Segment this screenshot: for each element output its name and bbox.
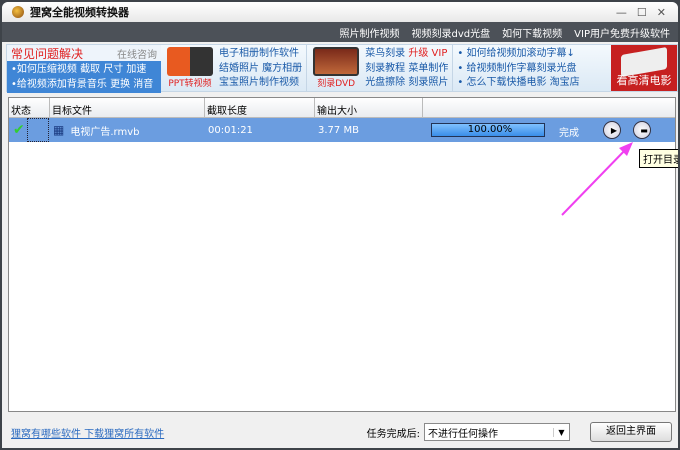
clip-length: 00:01:21 — [208, 124, 253, 136]
menu-dvd-burn[interactable]: 视频刻录dvd光盘 — [412, 25, 491, 40]
tip-link[interactable]: • 给视频制作字幕刻录光盘 — [457, 62, 579, 77]
close-button[interactable]: ✕ — [657, 6, 666, 19]
vip-upgrade-link[interactable]: 升级 VIP — [408, 48, 447, 59]
minimize-button[interactable]: — — [616, 6, 627, 19]
burn-link[interactable]: 光盘擦除 刻录照片 — [365, 76, 448, 91]
software-list-link[interactable]: 狸窝有哪些软件 下载狸窝所有软件 — [11, 425, 164, 440]
open-folder-icon[interactable]: ▬ — [633, 121, 651, 139]
header-target-file[interactable]: 目标文件 — [50, 98, 205, 117]
annotation-arrow — [561, 142, 633, 216]
album-link[interactable]: 结婚照片 魔方相册 — [219, 62, 302, 77]
tip-link[interactable]: • 如何给视频加滚动字幕↓ — [457, 47, 579, 62]
status-text: 完成 — [559, 128, 579, 139]
footer: 狸窝有哪些软件 下载狸窝所有软件 任务完成后: 不进行任何操作 ▼ 返回主界面 — [6, 416, 678, 448]
header-output-size[interactable]: 输出大小 — [315, 98, 423, 117]
album-link[interactable]: 宝宝照片制作视频 — [219, 76, 302, 91]
output-size: 3.77 MB — [318, 124, 359, 136]
faq-title: 常见问题解决 — [11, 46, 84, 61]
ppt-label: PPT转视频 — [168, 79, 212, 89]
burn-link[interactable]: 刻录教程 菜单制作 — [365, 62, 448, 77]
chevron-down-icon[interactable]: ▼ — [553, 427, 569, 437]
progress-bar: 100.00% — [431, 123, 545, 137]
ad-label: 看高清电影 — [616, 74, 672, 87]
after-task-value: 不进行任何操作 — [428, 428, 498, 440]
menu-bar: 照片制作视频 视频刻录dvd光盘 如何下载视频 VIP用户免费升级软件 — [2, 22, 678, 42]
dvd-label: 刻录DVD — [317, 79, 356, 89]
window-title: 狸窝全能视频转换器 — [30, 6, 129, 19]
film-icon: ▦ — [53, 123, 65, 137]
back-to-main-button[interactable]: 返回主界面 — [590, 422, 672, 442]
menu-download-video[interactable]: 如何下载视频 — [502, 25, 562, 40]
ppt-icon — [167, 47, 213, 76]
header-status[interactable]: 状态 — [9, 98, 50, 117]
after-task-label: 任务完成后: — [366, 428, 420, 440]
dvd-image — [313, 47, 360, 76]
faq-link[interactable]: •如何压缩视频 截取 尺寸 加速 — [11, 62, 157, 77]
burn-link[interactable]: 菜鸟刻录 — [365, 48, 405, 59]
row-selector[interactable] — [27, 118, 49, 142]
header-clip-length[interactable]: 截取长度 — [205, 98, 315, 117]
tooltip: 打开目录 — [639, 149, 678, 168]
app-logo-icon — [12, 6, 24, 18]
app-window: 狸窝全能视频转换器 — ☐ ✕ 照片制作视频 视频刻录dvd光盘 如何下载视频 … — [0, 0, 680, 450]
check-icon: ✔ — [13, 122, 25, 138]
header-progress — [423, 98, 675, 117]
faq-section: 常见问题解决 在线咨询 •如何压缩视频 截取 尺寸 加速 •给视频添加背景音乐 更… — [7, 45, 161, 93]
faq-link[interactable]: •给视频添加背景音乐 更换 消音 — [11, 77, 157, 92]
tip-link[interactable]: • 怎么下载快播电影 淘宝店 — [457, 76, 579, 91]
promo-banner: 常见问题解决 在线咨询 •如何压缩视频 截取 尺寸 加速 •给视频添加背景音乐 更… — [6, 44, 678, 93]
maximize-button[interactable]: ☐ — [637, 6, 647, 19]
online-consult-link[interactable]: 在线咨询 — [117, 46, 157, 61]
title-bar: 狸窝全能视频转换器 — ☐ ✕ — [2, 2, 678, 22]
ppt-to-video-link[interactable]: PPT转视频 — [165, 47, 215, 89]
play-icon[interactable]: ▶ — [603, 121, 621, 139]
album-link[interactable]: 电子相册制作软件 — [219, 47, 302, 62]
menu-vip-upgrade[interactable]: VIP用户免费升级软件 — [574, 25, 670, 40]
file-name: 电视广告.rmvb — [70, 126, 140, 138]
burn-dvd-link[interactable]: 刻录DVD — [311, 47, 361, 89]
table-row[interactable]: ✔ ▦ 电视广告.rmvb 00:01:21 3.77 MB 100.00% 完成… — [9, 118, 675, 142]
after-task-select[interactable]: 不进行任何操作 ▼ — [424, 423, 570, 441]
menu-photo-video[interactable]: 照片制作视频 — [340, 25, 400, 40]
hd-movie-ad[interactable]: 看高清电影 — [611, 45, 677, 91]
